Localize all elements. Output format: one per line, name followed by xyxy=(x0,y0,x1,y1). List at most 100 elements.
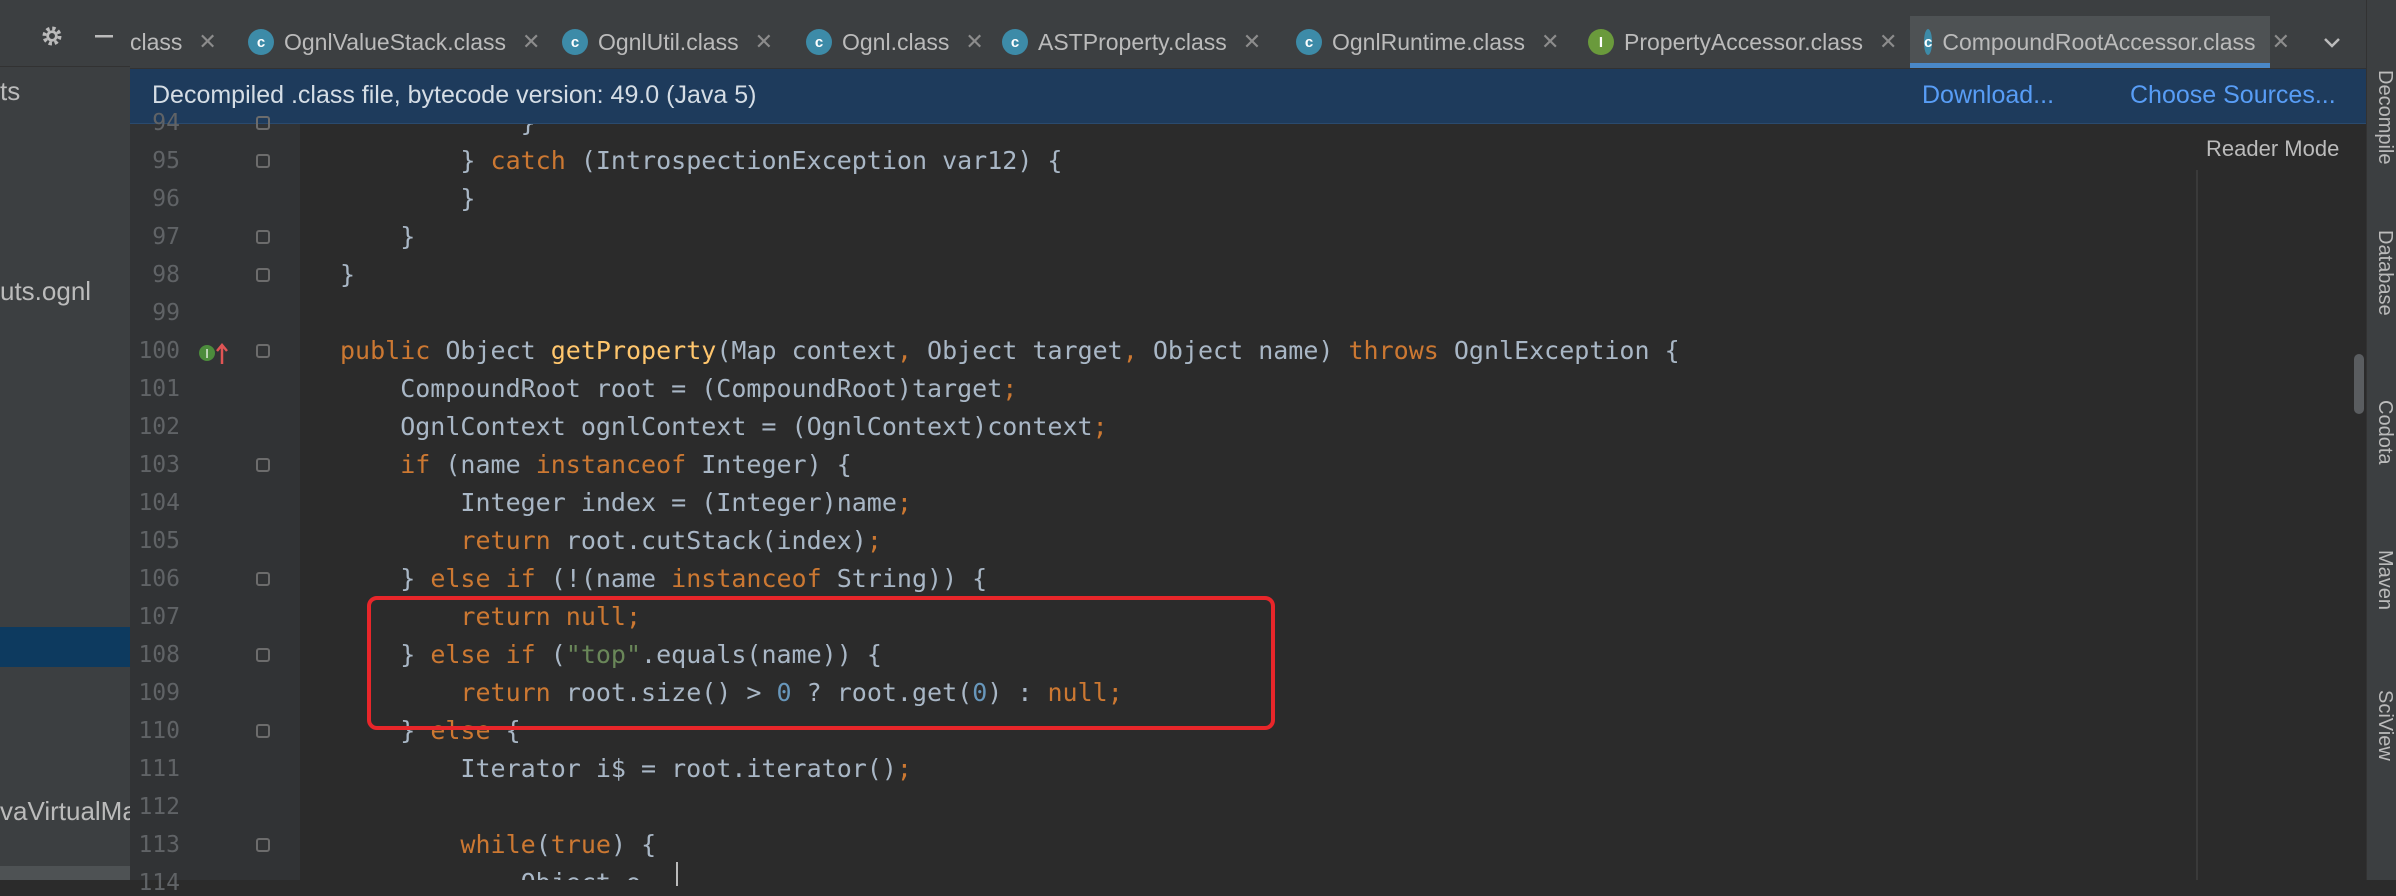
text-caret xyxy=(676,862,678,886)
class-icon: c xyxy=(1924,29,1933,55)
tab-label: class xyxy=(130,28,183,55)
svg-text:I: I xyxy=(205,347,209,361)
minimize-icon xyxy=(95,35,113,38)
tab-class[interactable]: class ✕ xyxy=(130,16,217,68)
line-number: 95 xyxy=(152,148,180,174)
banner-text: Decompiled .class file, bytecode version… xyxy=(152,81,757,109)
code-line: Object o xyxy=(340,868,641,880)
code-line: } xyxy=(340,124,536,137)
fold-marker[interactable] xyxy=(256,116,270,130)
fold-marker[interactable] xyxy=(256,268,270,282)
close-icon[interactable]: ✕ xyxy=(1243,29,1261,55)
line-number: 106 xyxy=(138,566,180,592)
fold-marker[interactable] xyxy=(256,230,270,244)
tool-window-sciview[interactable]: SciView xyxy=(2373,690,2396,761)
code-line: } xyxy=(340,222,416,251)
tab-label: OgnlUtil.class xyxy=(598,28,739,55)
line-number: 114 xyxy=(138,870,180,896)
tab-ognlruntime[interactable]: c OgnlRuntime.class ✕ xyxy=(1296,16,1559,68)
tab-label: OgnlValueStack.class xyxy=(284,28,507,55)
code-line: if (name instanceof Integer) { xyxy=(400,450,852,479)
fold-marker[interactable] xyxy=(256,648,270,662)
settings-button[interactable] xyxy=(38,22,66,50)
close-icon[interactable]: ✕ xyxy=(1541,29,1559,55)
fold-marker[interactable] xyxy=(256,572,270,586)
close-icon[interactable]: ✕ xyxy=(965,29,983,55)
fold-marker[interactable] xyxy=(256,724,270,738)
hide-panel-button[interactable] xyxy=(90,22,118,50)
class-icon: c xyxy=(806,29,832,55)
line-number: 109 xyxy=(138,680,180,706)
tab-compoundrootaccessor[interactable]: c CompoundRootAccessor.class ✕ xyxy=(1910,16,2290,68)
tab-label: CompoundRootAccessor.class xyxy=(1942,28,2256,55)
selected-tree-row[interactable] xyxy=(0,627,130,667)
active-tab-indicator xyxy=(1910,63,2270,68)
class-icon: c xyxy=(1296,29,1322,55)
tab-label: ASTProperty.class xyxy=(1038,28,1227,55)
code-line: return root.cutStack(index); xyxy=(460,526,882,555)
code-line: Integer index = (Integer)name; xyxy=(340,488,912,517)
implements-marker[interactable]: I xyxy=(198,340,234,373)
line-number: 94 xyxy=(152,110,180,136)
tool-window-database[interactable]: Database xyxy=(2373,230,2396,316)
code-line: while(true) { xyxy=(460,830,657,859)
reader-mode-button[interactable]: Reader Mode xyxy=(2206,136,2339,162)
line-number: 96 xyxy=(152,186,180,212)
fold-marker[interactable] xyxy=(256,838,270,852)
tab-ognl[interactable]: c Ognl.class ✕ xyxy=(806,16,984,68)
tab-label: PropertyAccessor.class xyxy=(1624,28,1864,55)
project-toolbar xyxy=(0,0,130,67)
tab-overflow-button[interactable] xyxy=(2320,16,2344,68)
code-editor[interactable]: } } catch (IntrospectionException var12)… xyxy=(300,124,2200,880)
tab-ognlutil[interactable]: c OgnlUtil.class ✕ xyxy=(562,16,773,68)
close-icon[interactable]: ✕ xyxy=(1879,29,1897,55)
tree-item[interactable]: ts xyxy=(0,76,20,107)
line-number: 105 xyxy=(138,528,180,554)
code-line: } catch (IntrospectionException var12) { xyxy=(340,146,1063,175)
close-icon[interactable]: ✕ xyxy=(755,29,773,55)
tab-astproperty[interactable]: c ASTProperty.class ✕ xyxy=(1002,16,1261,68)
fold-marker[interactable] xyxy=(256,154,270,168)
line-number: 107 xyxy=(138,604,180,630)
fold-marker[interactable] xyxy=(256,344,270,358)
tab-ognlvaluestack[interactable]: c OgnlValueStack.class ✕ xyxy=(248,16,540,68)
line-number: 110 xyxy=(138,718,180,744)
line-number: 101 xyxy=(138,376,180,402)
editor-gutter: 94 95 96 97 98 99 100 101 102 103 104 10… xyxy=(130,110,300,896)
highlight-annotation xyxy=(367,596,1275,730)
class-icon: c xyxy=(248,29,274,55)
tool-window-maven[interactable]: Maven xyxy=(2373,550,2396,610)
tool-window-decompile[interactable]: Decompile xyxy=(2373,70,2396,164)
class-icon: c xyxy=(562,29,588,55)
tab-label: Ognl.class xyxy=(842,28,950,55)
tab-propertyaccessor[interactable]: I PropertyAccessor.class ✕ xyxy=(1588,16,1897,68)
line-number: 113 xyxy=(138,832,180,858)
right-tool-sidebar: Decompile Database Codota Maven SciView xyxy=(2366,0,2396,880)
line-number: 98 xyxy=(152,262,180,288)
panel-bottom-bar xyxy=(0,866,130,880)
code-line: Iterator i$ = root.iterator(); xyxy=(340,754,912,783)
close-icon[interactable]: ✕ xyxy=(2272,29,2290,55)
close-icon[interactable]: ✕ xyxy=(198,29,216,55)
project-panel: ts uts.ognl vaVirtualMa xyxy=(0,0,137,880)
window-top-strip xyxy=(130,0,2366,16)
editor-scrollbar-thumb[interactable] xyxy=(2354,354,2364,414)
line-number: 112 xyxy=(138,794,180,820)
editor-scroll-track xyxy=(2196,170,2198,880)
close-icon[interactable]: ✕ xyxy=(522,29,540,55)
code-line: OgnlContext ognlContext = (OgnlContext)c… xyxy=(340,412,1108,441)
line-number: 108 xyxy=(138,642,180,668)
code-line: public Object getProperty(Map context, O… xyxy=(340,336,1680,365)
choose-sources-link[interactable]: Choose Sources... xyxy=(2130,81,2336,110)
tree-item[interactable]: uts.ognl xyxy=(0,276,91,307)
fold-marker[interactable] xyxy=(256,458,270,472)
line-number: 103 xyxy=(138,452,180,478)
code-line: } else if (!(name instanceof String)) { xyxy=(340,564,988,593)
tool-window-codota[interactable]: Codota xyxy=(2373,400,2396,465)
code-line: } xyxy=(340,260,356,289)
code-line: } xyxy=(340,184,476,213)
line-number: 102 xyxy=(138,414,180,440)
tree-item[interactable]: vaVirtualMa xyxy=(0,796,137,827)
line-number: 97 xyxy=(152,224,180,250)
download-link[interactable]: Download... xyxy=(1922,81,2054,110)
